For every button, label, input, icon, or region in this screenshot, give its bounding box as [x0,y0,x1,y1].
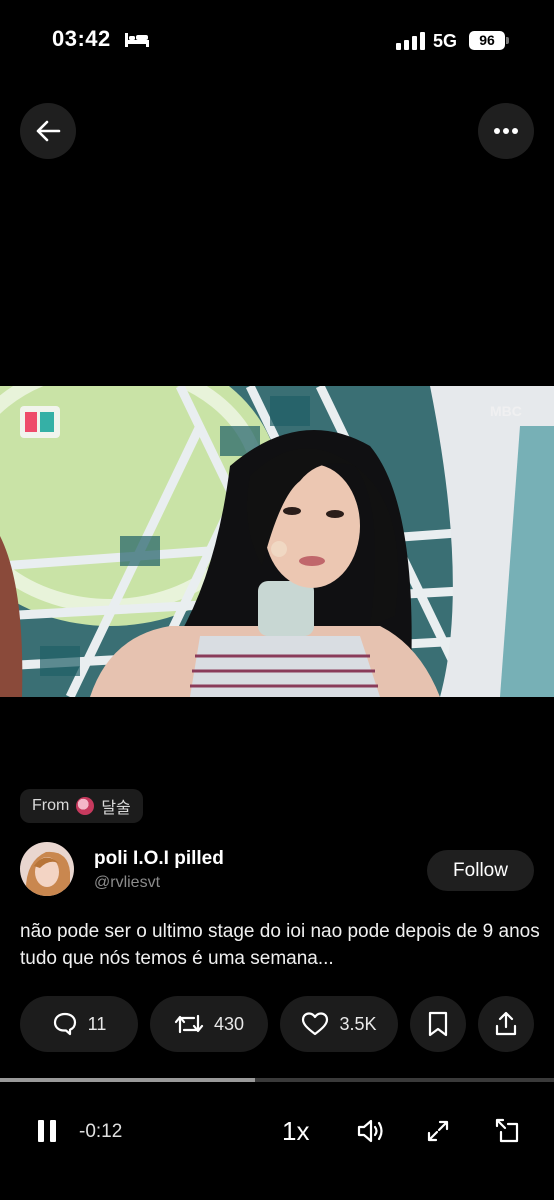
back-button[interactable] [20,103,76,159]
ellipsis-icon [494,128,518,134]
retweet-icon [174,1014,204,1034]
sleep-focus-icon [125,33,149,47]
reply-button[interactable]: 11 [20,996,138,1052]
cellular-signal-icon [396,32,425,50]
author-avatar[interactable] [20,842,74,896]
source-chip[interactable]: From 달술 [20,789,143,823]
mbc-logo: MBC [490,403,522,419]
battery-nub [506,37,509,44]
share-icon [495,1011,517,1036]
source-prefix: From [32,797,70,814]
heart-icon [302,1012,329,1036]
reply-count: 11 [87,1013,107,1034]
author-handle[interactable]: @rvliesvt [94,874,160,892]
bookmark-icon [428,1011,448,1037]
retweet-button[interactable]: 430 [150,996,268,1052]
picture-in-picture-icon[interactable] [494,1117,520,1145]
source-name: 달술 [101,800,131,817]
status-time: 03:42 [52,26,111,51]
reply-icon [53,1012,76,1036]
share-button[interactable] [478,996,534,1052]
more-options-button[interactable] [478,103,534,159]
video-still: MBC [0,386,554,697]
time-remaining: -0:12 [79,1121,123,1142]
arrow-left-icon [36,120,61,142]
retweet-count: 430 [213,1013,245,1034]
video-frame[interactable]: MBC [0,386,554,697]
follow-button[interactable]: Follow [427,850,534,891]
like-count: 3.5K [339,1013,377,1034]
bookmark-button[interactable] [410,996,466,1052]
pause-icon[interactable] [36,1118,58,1144]
volume-icon[interactable] [356,1117,386,1145]
like-button[interactable]: 3.5K [280,996,398,1052]
source-avatar [76,797,95,815]
network-type: 5G [433,31,458,51]
fullscreen-icon[interactable] [426,1119,450,1143]
playback-speed-button[interactable]: 1x [282,1116,309,1147]
progress-fill [0,1078,255,1082]
author-display-name[interactable]: poli I.O.I pilled [94,848,224,870]
battery-indicator: 96 [469,31,505,50]
tweet-text: não pode ser o ultimo stage do ioi nao p… [20,921,540,969]
